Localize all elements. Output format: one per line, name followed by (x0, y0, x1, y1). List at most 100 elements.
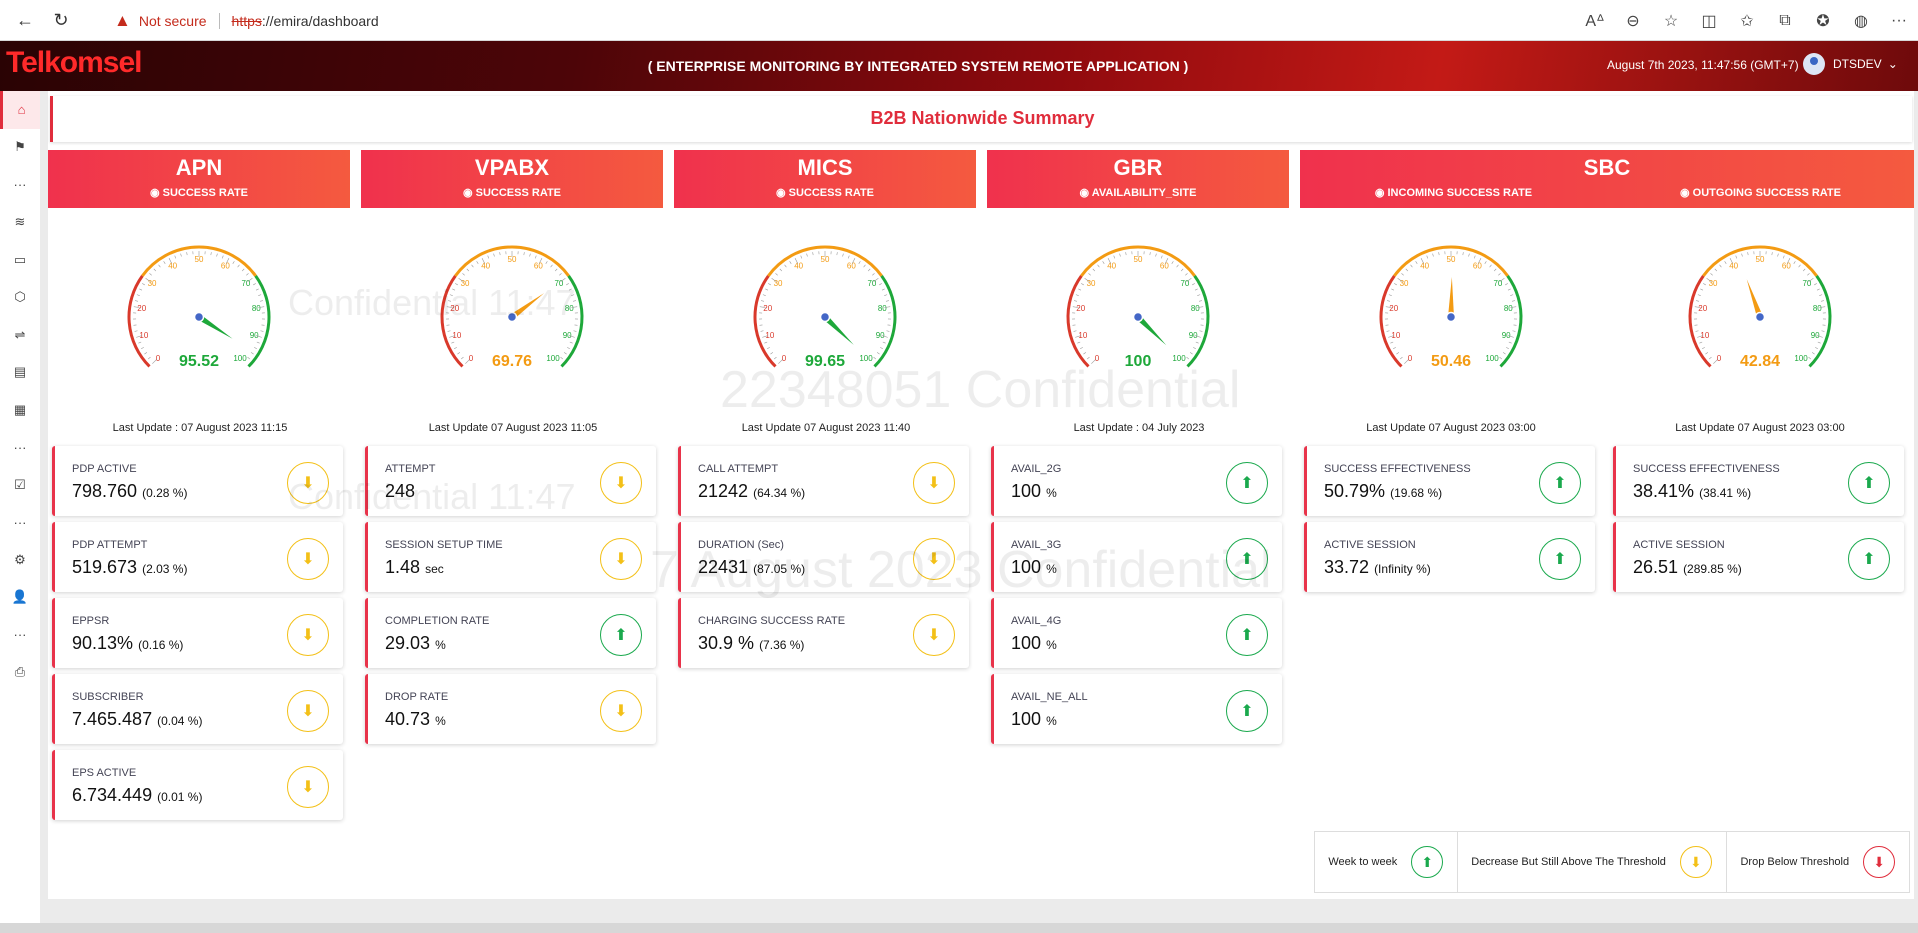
gauge-tick (806, 253, 808, 257)
metric-label: EPPSR (72, 615, 110, 627)
metric-card[interactable]: EPS ACTIVE 6.734.449 (0.01 %) ⬇ (52, 750, 343, 820)
gauge-tick (1438, 252, 1440, 256)
column-name: SBC (1583, 155, 1631, 180)
split-screen-icon[interactable]: ◫ (1690, 11, 1728, 31)
monitor-icon[interactable]: ▭ (0, 241, 40, 279)
metric-card[interactable]: DROP RATE 40.73 % ⬇ (365, 674, 656, 744)
gauge-tick (775, 273, 778, 276)
security-warning[interactable]: ▲ Not secure (114, 11, 207, 31)
metric-number: 50.79% (1324, 481, 1386, 501)
checklist-icon[interactable]: ☑ (0, 466, 40, 504)
gauge-tick-label: 60 (1782, 261, 1791, 270)
metric-card[interactable]: PDP ATTEMPT 519.673 (2.03 %) ⬇ (52, 522, 343, 592)
switch-icon[interactable]: ⇌ (0, 316, 40, 354)
read-aloud-icon[interactable]: Aᐞ (1576, 11, 1614, 31)
metric-card[interactable]: ACTIVE SESSION 33.72 (Infinity %) ⬆ (1304, 522, 1595, 592)
metric-change: (2.03 %) (142, 562, 188, 576)
gauge-tick-label: 90 (1811, 331, 1820, 340)
building-icon[interactable]: ▦ (0, 391, 40, 429)
gauge-tick (1747, 252, 1749, 256)
metric-card[interactable]: SESSION SETUP TIME 1.48 sec ⬇ (365, 522, 656, 592)
metric-card[interactable]: ACTIVE SESSION 26.51 (289.85 %) ⬆ (1613, 522, 1904, 592)
metric-card[interactable]: SUBSCRIBER 7.465.487 (0.04 %) ⬇ (52, 674, 343, 744)
gauge-tick (256, 341, 260, 344)
more-dots-icon[interactable]: ··· (0, 166, 40, 204)
gauge-tick (534, 255, 537, 259)
metric-value: 100 % (1011, 709, 1057, 730)
gauge-tick (1097, 264, 1100, 268)
zoom-icon[interactable]: ⊖ (1614, 11, 1652, 31)
last-update: Last Update 07 August 2023 03:00 (1675, 422, 1845, 434)
gauge-tick (210, 252, 212, 256)
profile-icon[interactable]: ◍ (1842, 11, 1880, 31)
gauge-tick (158, 264, 161, 268)
metric-change: (0.01 %) (157, 790, 203, 804)
metric-label: CHARGING SUCCESS RATE (698, 615, 846, 627)
arrow-up-icon: ⬆ (1848, 538, 1890, 580)
gauge-tick (1075, 294, 1079, 296)
user-icon[interactable]: 👤 (0, 579, 40, 617)
gauge-tick-label: 40 (1420, 261, 1429, 270)
gauge-tick-label: 40 (481, 261, 490, 270)
gauge-tick (882, 341, 886, 344)
more-dots-icon[interactable]: ··· (0, 616, 40, 654)
metric-card[interactable]: COMPLETION RATE 29.03 % ⬆ (365, 598, 656, 668)
metric-card[interactable]: CHARGING SUCCESS RATE 30.9 % (7.36 %) ⬇ (678, 598, 969, 668)
gauge-tick (1388, 294, 1392, 296)
gauge-hub (193, 311, 205, 323)
user-menu[interactable]: DTSDEV ⌄ (1803, 53, 1898, 75)
favorite-icon[interactable]: ☆ (1652, 11, 1690, 31)
more-icon[interactable]: ··· (1880, 12, 1918, 30)
gauge-tick (765, 288, 769, 291)
metric-card[interactable]: SUCCESS EFFECTIVENESS 38.41% (38.41 %) ⬆ (1613, 446, 1904, 516)
gauge-tick (812, 252, 814, 256)
column-subtitle: SUCCESS RATE (674, 186, 976, 199)
printer-icon[interactable]: ⎙ (0, 654, 40, 692)
gauge-hub (1132, 311, 1144, 323)
refresh-icon[interactable]: ↻ (50, 9, 72, 31)
metric-label: PDP ATTEMPT (72, 539, 148, 551)
alert-icon[interactable]: ⚑ (0, 129, 40, 167)
gauge-tick (221, 255, 224, 259)
gear-icon[interactable]: ⚙ (0, 541, 40, 579)
layers-icon[interactable]: ≋ (0, 204, 40, 242)
gauge-tick (241, 268, 245, 272)
metric-value: 90.13% (0.16 %) (72, 633, 183, 654)
metric-card[interactable]: AVAIL_NE_ALL 100 % ⬆ (991, 674, 1282, 744)
metric-value: 30.9 % (7.36 %) (698, 633, 804, 654)
gauge-tick (573, 330, 577, 332)
home-icon[interactable]: ⌂ (0, 91, 40, 129)
document-icon[interactable]: ▤ (0, 354, 40, 392)
metric-label: ACTIVE SESSION (1633, 539, 1725, 551)
back-icon[interactable]: ← (14, 9, 36, 31)
gauge-tick-label: 10 (1700, 331, 1709, 340)
address-bar[interactable]: ▲ Not secure https://emira/dashboard (98, 7, 1625, 35)
gauge-tick-label: 10 (452, 331, 461, 340)
gauge-tick (1807, 273, 1810, 276)
metric-label: SESSION SETUP TIME (385, 539, 503, 551)
metric-card[interactable]: SUCCESS EFFECTIVENESS 50.79% (19.68 %) ⬆ (1304, 446, 1595, 516)
box-icon[interactable]: ⬡ (0, 279, 40, 317)
gauge-tick (884, 294, 888, 296)
more-dots-icon[interactable]: ··· (0, 429, 40, 467)
gauge-tick (1506, 347, 1509, 350)
metric-card[interactable]: AVAIL_4G 100 % ⬆ (991, 598, 1282, 668)
gauge-tick (462, 273, 465, 276)
url-text[interactable]: https://emira/dashboard (232, 13, 379, 29)
metric-value: 7.465.487 (0.04 %) (72, 709, 202, 730)
metric-card[interactable]: EPPSR 90.13% (0.16 %) ⬇ (52, 598, 343, 668)
horizontal-scrollbar[interactable] (0, 923, 1918, 933)
gauge-tick (1077, 341, 1081, 344)
metric-card[interactable]: AVAIL_2G 100 % ⬆ (991, 446, 1282, 516)
metric-number: 7.465.487 (72, 709, 153, 729)
extensions-icon[interactable]: ✪ (1804, 11, 1842, 31)
metric-value: 29.03 % (385, 633, 446, 654)
collections-icon[interactable]: ⧉ (1766, 12, 1804, 30)
metric-change: (64.34 %) (753, 486, 806, 500)
gauge-tick (136, 294, 140, 296)
gauge-tick (1102, 261, 1105, 264)
metric-card[interactable]: CALL ATTEMPT 21242 (64.34 %) ⬇ (678, 446, 969, 516)
more-dots-icon[interactable]: ··· (0, 504, 40, 542)
metric-label: AVAIL_2G (1011, 463, 1062, 475)
favorites-icon[interactable]: ✩ (1728, 11, 1766, 31)
